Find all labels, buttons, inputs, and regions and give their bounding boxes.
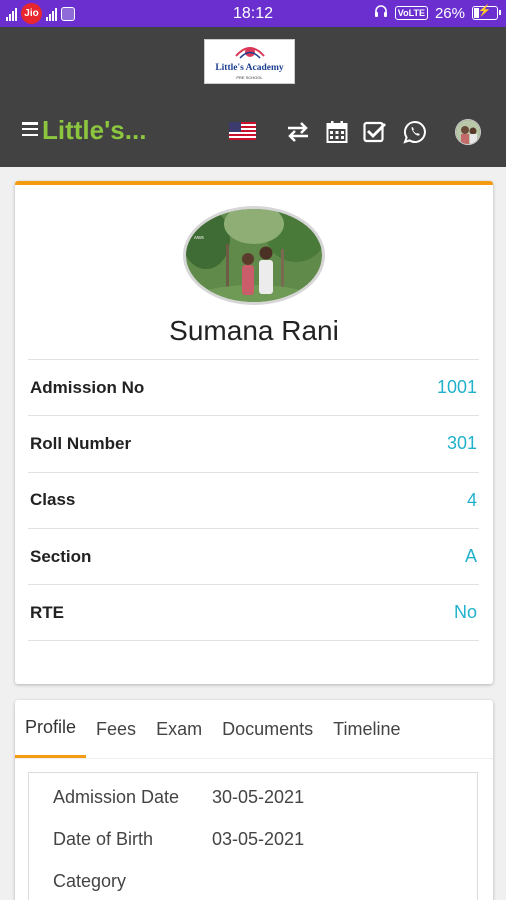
status-right: VoLTE 26% ⚡ [374,4,501,22]
info-label: Admission No [30,377,145,397]
detail-label: Date of Birth [53,828,154,849]
info-row-section: Section A [28,529,479,586]
info-value: 4 [466,489,477,510]
detail-row-admission-date: Admission Date 30-05-2021 [29,776,477,818]
info-label: Roll Number [30,433,132,453]
info-row-admission-no: Admission No 1001 [28,360,479,417]
info-label: RTE [30,602,64,622]
tab-timeline[interactable]: Timeline [323,700,410,758]
tab-bar: Profile Fees Exam Documents Timeline [15,700,493,759]
student-info-list: Admission No 1001 Roll Number 301 Class … [28,359,479,642]
battery-icon: ⚡ [472,5,501,20]
student-photo-image: ʌʍʍ [186,209,322,302]
headset-icon [374,4,388,22]
detail-row-category: Category [29,860,477,900]
detail-row-date-of-birth: Date of Birth 03-05-2021 [29,818,477,860]
us-flag-icon[interactable] [229,122,256,140]
info-value: A [464,546,477,567]
school-logo: Little's Academy PRE SCHOOL [204,39,295,84]
info-row-class: Class 4 [28,473,479,529]
svg-text:ʌʍʍ: ʌʍʍ [194,235,204,241]
info-value: 1001 [436,377,477,398]
profile-card: ʌʍʍ Sumana Rani Admission No 1001 Roll N… [15,181,493,684]
info-value: 301 [446,433,477,454]
tab-exam[interactable]: Exam [146,700,212,758]
app-header: Little's Academy PRE SCHOOL Little's... [0,27,506,167]
volte-badge: VoLTE [394,6,428,20]
details-card: Profile Fees Exam Documents Timeline Adm… [15,700,493,900]
logo-emblem-icon [235,47,265,59]
student-name: Sumana Rani [169,315,339,346]
logo-subtext: PRE SCHOOL [236,75,263,80]
whatsapp-icon[interactable] [402,119,428,145]
user-avatar[interactable] [455,119,481,145]
menu-icon[interactable] [22,122,38,136]
calendar-icon[interactable] [324,119,350,145]
logo-text: Little's Academy [215,63,284,73]
status-bar: Jio 18:12 VoLTE 26% ⚡ [0,0,506,27]
info-label: Section [30,546,92,566]
tab-profile[interactable]: Profile [15,700,87,758]
profile-details-table: Admission Date 30-05-2021 Date of Birth … [28,772,478,900]
info-row-roll-number: Roll Number 301 [28,416,479,473]
tab-documents[interactable]: Documents [212,700,323,758]
info-value: No [453,602,477,623]
battery-percent: 26% [434,4,465,22]
info-row-rte: RTE No [28,585,479,642]
tab-fees[interactable]: Fees [86,700,146,758]
detail-value: 30-05-2021 [212,786,305,807]
detail-label: Admission Date [53,786,180,807]
detail-label: Category [53,870,127,891]
info-label: Class [30,490,76,510]
charging-icon: ⚡ [477,5,492,17]
checkbox-icon[interactable] [362,119,388,145]
switch-icon[interactable] [285,119,311,145]
app-title[interactable]: Little's... [42,115,146,146]
student-photo[interactable]: ʌʍʍ [183,206,325,305]
detail-value: 03-05-2021 [212,828,305,849]
